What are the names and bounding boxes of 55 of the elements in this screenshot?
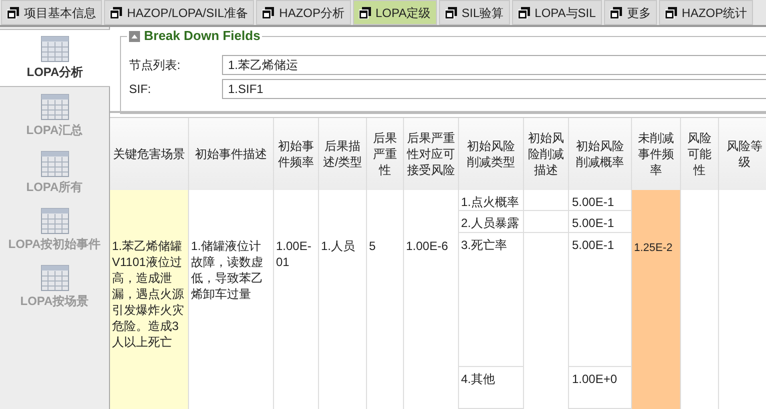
table-cell: 5.00E-1 [572, 216, 614, 230]
tab[interactable]: LOPA与SIL [512, 0, 602, 25]
column-header: 初始事件描述 [189, 118, 274, 190]
column-header: 风险可能性 [681, 118, 719, 190]
window-icon [444, 6, 457, 18]
input-field[interactable]: 1.SIF1 [222, 79, 766, 99]
column-header: 初始风险削减概率 [569, 118, 632, 190]
fieldset-title: Break Down Fields [144, 28, 260, 44]
column-header: 未削减事件频率 [632, 118, 681, 190]
table-cell-text: 1.00E-01 [276, 238, 312, 270]
table-cell: 3.死亡率 [461, 238, 508, 252]
table-icon [40, 208, 68, 234]
table-cell: 1.25E-2 [634, 242, 673, 254]
table-cell: 2.人员暴露 [461, 216, 520, 230]
tab[interactable]: LOPA定级 [352, 0, 437, 25]
table-icon [40, 150, 68, 176]
table-icon [40, 264, 68, 290]
window-icon [7, 6, 19, 18]
window-icon [610, 6, 622, 18]
column-header: 后果严重性对应可接受风险 [404, 118, 459, 190]
tab[interactable]: HAZOP统计 [658, 0, 754, 25]
table-cell-text: 1.苯乙烯储罐V1101液位过高，造成泄漏，遇点火源引发爆炸火灾危险。造成3人以上死亡 [112, 238, 185, 350]
tab[interactable]: HAZOP/LOPA/SIL准备 [104, 0, 254, 25]
column-header: 初始风险削减类型 [459, 118, 524, 190]
tab[interactable]: HAZOP分析 [256, 0, 350, 25]
window-icon [358, 6, 370, 18]
window-icon [262, 6, 274, 18]
column-header: 初始事件频率 [274, 118, 319, 190]
column-header: 后果描述/类型 [319, 118, 367, 190]
column-header: 后果严重性 [367, 118, 404, 190]
table-cell-text: 1.人员 [321, 238, 356, 254]
field-label: 节点列表: [129, 57, 182, 74]
window-icon [110, 6, 122, 18]
column-header: 初始风险削减描述 [524, 118, 569, 190]
table-icon [40, 94, 68, 120]
table-cell: 5.00E-1 [572, 238, 614, 252]
table-cell: 5.00E-1 [572, 195, 614, 209]
window-icon [518, 6, 530, 18]
tab[interactable]: SIL验算 [438, 0, 510, 25]
table-cell: 1.00E+0 [572, 372, 618, 386]
column-header: 风险等级 [719, 118, 766, 190]
table-cell-text: 5 [369, 238, 377, 254]
tab[interactable]: 更多 [604, 0, 657, 25]
input-field[interactable]: 1.苯乙烯储运 [222, 55, 766, 75]
window-icon [664, 6, 677, 18]
table-cell: 4.其他 [461, 372, 496, 386]
tab[interactable]: 项目基本信息 [1, 0, 102, 25]
column-header: 关键危害场景 [110, 118, 189, 190]
table-cell-text: 1.00E-6 [406, 238, 450, 254]
sidebar-item[interactable]: LOPA分析 [0, 29, 110, 87]
field-label: SIF: [129, 81, 152, 98]
collapse-icon[interactable] [129, 30, 140, 42]
table-cell: 1.点火概率 [461, 195, 520, 209]
table-icon [41, 36, 69, 62]
table-cell-text: 1.储罐液位计故障，读数虚低，导致苯乙烯卸车过量 [191, 238, 264, 302]
